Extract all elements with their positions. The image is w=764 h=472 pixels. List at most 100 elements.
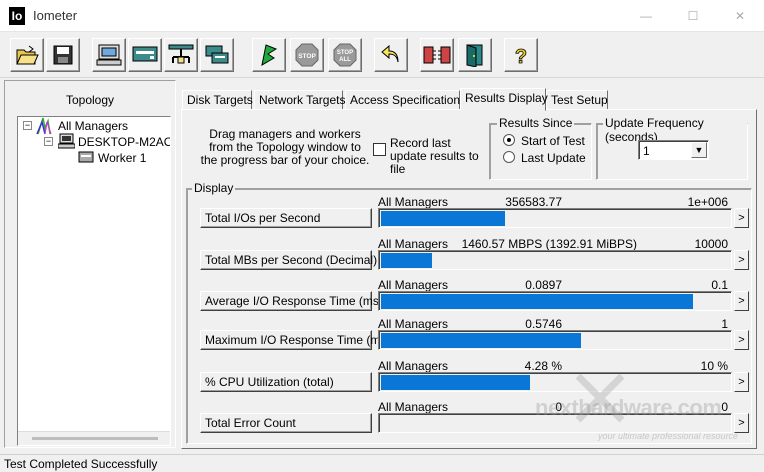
tree-node-desktop[interactable]: DESKTOP-M2AO8 [78, 134, 170, 150]
tree-node-all-managers[interactable]: All Managers [58, 118, 128, 134]
help-question-mark: ? [515, 46, 527, 67]
toolbar: STOP STOP ALL ? [0, 33, 764, 78]
close-button[interactable]: ✕ [718, 4, 762, 28]
progress-bar-fill [381, 253, 432, 268]
stop-label: STOP [298, 53, 316, 60]
exit-button[interactable] [458, 38, 492, 72]
manager-computer-icon [58, 133, 75, 149]
start-tests-button[interactable] [252, 38, 286, 72]
metric-button[interactable]: Average I/O Response Time (ms) [200, 291, 383, 311]
update-frequency-select[interactable]: 1 ▼ [638, 140, 709, 160]
network-tree-icon [168, 44, 194, 64]
metric-button[interactable]: Total I/Os per Second [200, 208, 372, 228]
progress-bar-fill [381, 294, 693, 309]
row-max-value: 1 [721, 317, 728, 331]
iometer-app-icon: Io [9, 7, 25, 25]
row-max-value: 10000 [694, 237, 728, 251]
tab-network-targets[interactable]: Network Targets [254, 90, 345, 110]
about-button[interactable]: ? [504, 38, 538, 72]
metric-button[interactable]: Total Error Count [200, 413, 372, 433]
stop-all-icon: STOPALL [333, 43, 357, 67]
help-question-icon: ? [514, 46, 527, 67]
minimize-button[interactable]: — [624, 4, 668, 28]
status-bar: Test Completed Successfully [0, 454, 764, 472]
row-expand-button[interactable]: > [734, 208, 749, 228]
progress-bar[interactable] [378, 291, 732, 311]
window-title: Iometer [33, 8, 78, 23]
drag-help-text: Drag managers and workers from the Topol… [200, 127, 370, 167]
tab-access-specifications[interactable]: Access Specifications [345, 90, 466, 110]
row-expand-button[interactable]: > [734, 372, 749, 392]
progress-bar[interactable] [378, 208, 732, 228]
results-since-title: Results Since [497, 116, 575, 130]
record-results-checkbox[interactable] [373, 143, 386, 156]
row-expand-button[interactable]: > [734, 291, 749, 311]
maximize-button[interactable]: ☐ [671, 4, 715, 28]
row-expand-button[interactable]: > [734, 413, 749, 433]
row-max-value: 10 % [700, 359, 728, 373]
new-disk-worker-button[interactable] [92, 38, 126, 72]
stop-icon: STOP [295, 43, 319, 67]
metric-button[interactable]: Maximum I/O Response Time (ms) [200, 330, 390, 350]
tree-node-worker-1[interactable]: Worker 1 [98, 150, 146, 166]
reset-workers-button[interactable] [374, 38, 408, 72]
row-value: 0.0897 [525, 278, 562, 292]
topology-panel: Topology − All Managers − DESKTOP-M2AO8 … [4, 80, 176, 448]
duplicate-icon [205, 45, 229, 64]
scrollbar-thumb[interactable] [32, 437, 158, 440]
progress-bar[interactable] [378, 250, 732, 270]
metric-button[interactable]: % CPU Utilization (total) [200, 372, 372, 392]
display-title: Display [192, 181, 236, 195]
exit-door-icon [466, 44, 483, 67]
tree-collapse-desktop[interactable]: − [44, 137, 53, 146]
disconnect-icon [423, 46, 451, 64]
tree-collapse-all-managers[interactable]: − [23, 121, 32, 130]
chevron-down-icon[interactable]: ▼ [691, 142, 707, 158]
row-value: 356583.77 [505, 195, 562, 209]
watermark-subtext: your ultimate professional resource [598, 431, 739, 441]
progress-bar[interactable] [378, 372, 732, 392]
watermark-text: nexthardware.com [535, 395, 722, 420]
network-card-icon [132, 46, 158, 62]
radio-last-update[interactable] [503, 151, 515, 163]
topology-title: Topology [65, 93, 115, 107]
progress-bar-fill [381, 375, 530, 390]
tab-test-setup[interactable]: Test Setup [546, 90, 608, 110]
record-results-label: Record last update results to file [390, 136, 479, 176]
tab-results-display[interactable]: Results Display [460, 88, 548, 111]
open-config-button[interactable] [10, 38, 44, 72]
save-disk-icon [53, 45, 73, 65]
radio-start-of-test-label: Start of Test [521, 134, 585, 148]
row-expand-button[interactable]: > [734, 250, 749, 270]
duplicate-worker-button[interactable] [200, 38, 234, 72]
new-network-worker-button[interactable] [128, 38, 162, 72]
progress-bar[interactable] [378, 330, 732, 350]
row-max-value: 0.1 [711, 278, 728, 292]
stop-all-label-2: ALL [339, 57, 351, 63]
stop-all-button[interactable]: STOP ALL [328, 38, 362, 72]
disconnect-button[interactable] [420, 38, 454, 72]
open-folder-icon [16, 45, 39, 65]
row-value: 4.28 % [524, 359, 562, 373]
tab-disk-targets[interactable]: Disk Targets [182, 90, 253, 110]
status-text: Test Completed Successfully [4, 457, 158, 471]
computer-icon [96, 44, 122, 66]
reset-arrow-icon [381, 44, 399, 63]
tree-horizontal-scrollbar[interactable] [18, 431, 170, 445]
progress-bar-fill [381, 211, 505, 226]
worker-drive-icon [78, 151, 94, 163]
row-max-value: 1e+006 [687, 195, 728, 209]
row-value: 0.5746 [525, 317, 562, 331]
progress-bar-fill [381, 333, 581, 348]
stop-button[interactable]: STOP [290, 38, 324, 72]
topology-tree[interactable]: − All Managers − DESKTOP-M2AO8 Worker 1 [17, 116, 171, 446]
metric-button[interactable]: Total MBs per Second (Decimal) [200, 250, 377, 270]
radio-start-of-test[interactable] [503, 134, 515, 146]
all-managers-icon [36, 117, 52, 135]
row-expand-button[interactable]: > [734, 330, 749, 350]
title-bar: Io Iometer — ☐ ✕ [0, 0, 764, 32]
save-config-button[interactable] [46, 38, 80, 72]
row-value: 1460.57 MBPS (1392.91 MiBPS) [461, 237, 637, 251]
new-network-worker-tree-button[interactable] [164, 38, 198, 72]
green-flag-icon [261, 44, 278, 66]
